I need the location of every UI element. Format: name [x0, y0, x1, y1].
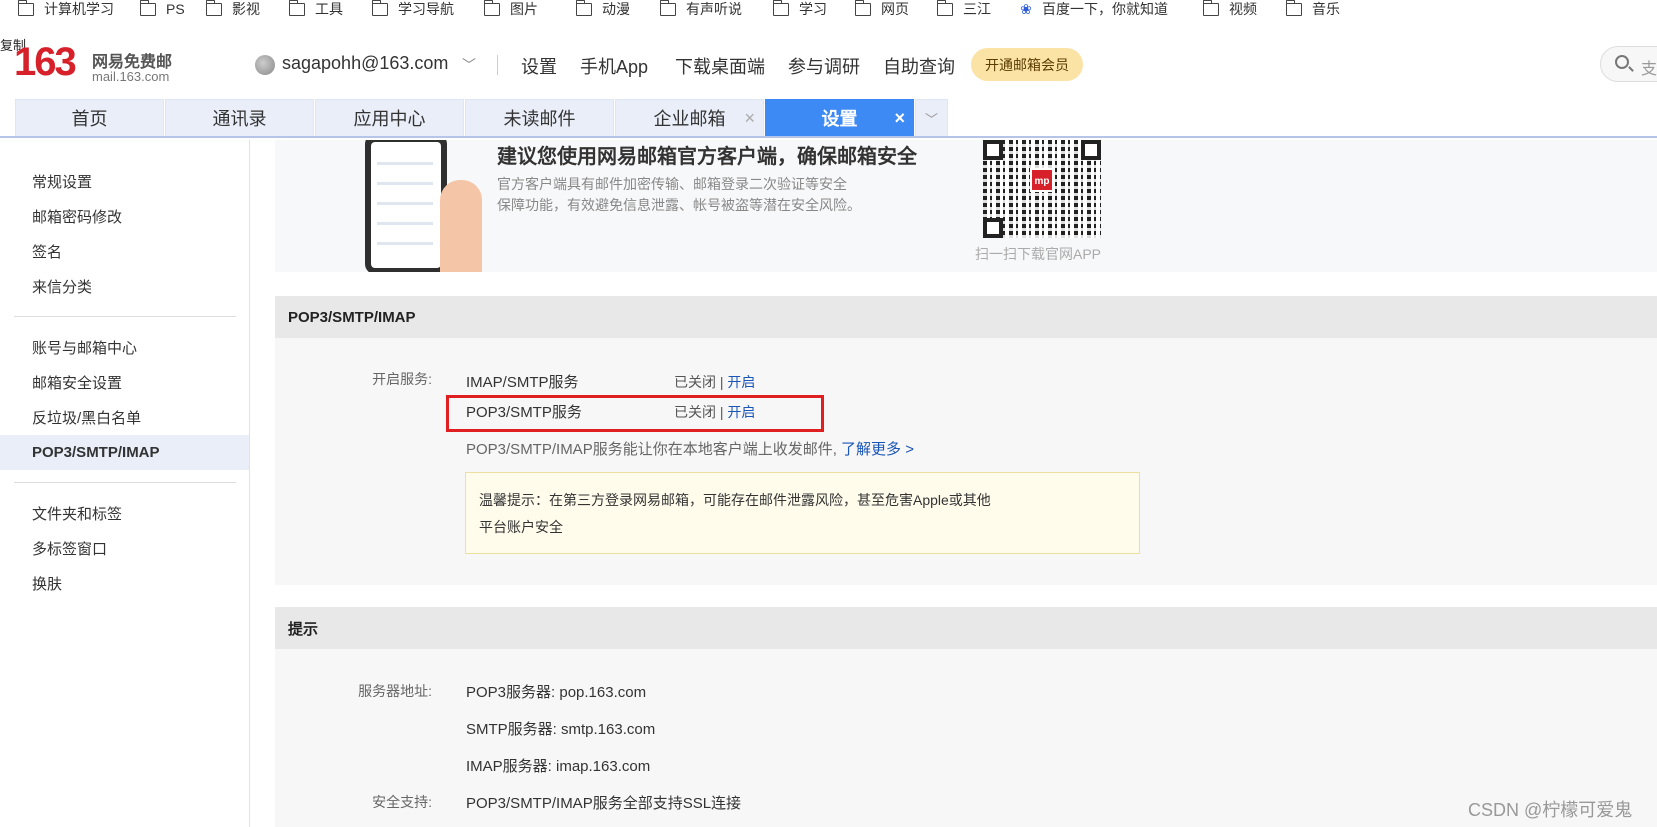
- watermark: CSDN @柠檬可爱鬼: [1468, 800, 1633, 820]
- security-text: POP3/SMTP/IMAP服务全部支持SSL连接: [466, 795, 742, 812]
- folder-icon: [1202, 0, 1219, 16]
- section-header-pop3: POP3/SMTP/IMAP: [275, 296, 1657, 338]
- service-label: 开启服务:: [372, 371, 432, 387]
- settings-sidebar: 常规设置 邮箱密码修改 签名 来信分类 账号与邮箱中心 邮箱安全设置 反垃圾/黑…: [0, 140, 250, 827]
- bookmarks-bar: 计算机学习 PS 影视 工具 学习导航 图片 动漫 有声听说 学习 网页 三江 …: [0, 0, 1657, 22]
- phone-illustration: [365, 140, 447, 272]
- download-desktop-link[interactable]: 下载桌面端: [675, 53, 765, 79]
- folder-icon: [659, 0, 676, 16]
- search-input[interactable]: 支: [1600, 46, 1657, 82]
- qr-caption: 扫一扫下载官网APP: [975, 246, 1102, 262]
- bookmark[interactable]: 图片: [483, 0, 538, 18]
- folder-icon: [575, 0, 592, 16]
- folder-icon: [17, 0, 34, 16]
- mobile-app-link[interactable]: 手机App: [580, 53, 648, 79]
- banner-description: 官方客户端具有邮件加密传输、邮箱登录二次验证等安全: [497, 176, 847, 192]
- tab-contacts[interactable]: 通讯录: [165, 99, 314, 136]
- warning-text: 平台账户安全: [479, 519, 563, 535]
- sidebar-item-folders[interactable]: 文件夹和标签: [0, 496, 249, 531]
- bookmark[interactable]: 学习导航: [371, 0, 454, 18]
- sidebar-item-mail-rules[interactable]: 来信分类: [0, 269, 249, 304]
- sidebar-item-multi-tab[interactable]: 多标签窗口: [0, 531, 249, 566]
- enable-imap-link[interactable]: 开启: [727, 374, 755, 390]
- bookmark[interactable]: 工具: [288, 0, 343, 18]
- folder-icon: [1285, 0, 1302, 16]
- sidebar-item-antispam[interactable]: 反垃圾/黑白名单: [0, 400, 249, 435]
- settings-link[interactable]: 设置: [521, 53, 557, 79]
- smtp-server: SMTP服务器: smtp.163.com: [466, 721, 656, 738]
- bookmark[interactable]: 影视: [205, 0, 260, 18]
- self-service-link[interactable]: 自助查询: [883, 53, 955, 79]
- banner-title: 建议您使用网易邮箱官方客户端，确保邮箱安全: [497, 146, 917, 168]
- imap-service-status: 已关闭 | 开启: [674, 374, 756, 390]
- tab-enterprise-mail[interactable]: 企业邮箱 ×: [615, 99, 764, 136]
- folder-icon: [854, 0, 871, 16]
- section-header-tips: 提示: [275, 607, 1657, 649]
- logo-number[interactable]: 163: [14, 42, 77, 82]
- sidebar-item-pop3[interactable]: POP3/SMTP/IMAP: [0, 435, 249, 470]
- bookmark[interactable]: 有声听说: [659, 0, 742, 18]
- imap-service-name: IMAP/SMTP服务: [466, 374, 579, 391]
- close-icon[interactable]: ×: [744, 108, 755, 129]
- tab-app-center[interactable]: 应用中心: [315, 99, 464, 136]
- divider: [14, 316, 236, 317]
- sidebar-item-skin[interactable]: 换肤: [0, 566, 249, 601]
- divider: [14, 482, 236, 483]
- folder-icon: [936, 0, 953, 16]
- hand-illustration: [440, 180, 482, 272]
- close-icon[interactable]: ×: [894, 108, 905, 129]
- mail-logo-icon: mp: [1030, 168, 1054, 192]
- security-label: 安全支持:: [372, 794, 432, 810]
- folder-icon: [288, 0, 305, 16]
- vip-button[interactable]: 开通邮箱会员: [971, 48, 1083, 81]
- divider: [497, 55, 498, 75]
- sidebar-item-signature[interactable]: 签名: [0, 234, 249, 269]
- chevron-down-icon[interactable]: ﹀: [915, 99, 948, 136]
- bookmark[interactable]: 网页: [854, 0, 909, 18]
- folder-icon: [772, 0, 789, 16]
- service-note: POP3/SMTP/IMAP服务能让你在本地客户端上收发邮件, 了解更多 >: [466, 441, 914, 458]
- survey-link[interactable]: 参与调研: [788, 53, 860, 79]
- sidebar-item-password[interactable]: 邮箱密码修改: [0, 199, 249, 234]
- warning-box: 温馨提示：在第三方登录网易邮箱，可能存在邮件泄露风险，甚至危害Apple或其他 …: [465, 472, 1140, 554]
- highlight-box: [446, 395, 824, 432]
- tab-home[interactable]: 首页: [15, 99, 164, 136]
- bookmark[interactable]: 音乐: [1285, 0, 1340, 18]
- bookmark[interactable]: 计算机学习: [17, 0, 114, 18]
- tab-settings[interactable]: 设置 ×: [765, 99, 914, 136]
- sidebar-item-account-center[interactable]: 账号与邮箱中心: [0, 330, 249, 365]
- bookmark[interactable]: 动漫: [575, 0, 630, 18]
- baidu-paw-icon: ❀: [1020, 1, 1032, 17]
- search-icon: [1615, 55, 1629, 69]
- chevron-down-icon[interactable]: ﹀: [462, 55, 476, 75]
- tab-bar: 首页 通讯录 应用中心 未读邮件 企业邮箱 × 设置 × ﹀: [0, 99, 1657, 138]
- warning-text: 温馨提示：在第三方登录网易邮箱，可能存在邮件泄露风险，甚至危害Apple或其他: [479, 492, 991, 508]
- folder-icon: [205, 0, 222, 16]
- folder-icon: [371, 0, 388, 16]
- imap-server: IMAP服务器: imap.163.com: [466, 758, 651, 775]
- bookmark[interactable]: PS: [139, 0, 185, 18]
- avatar[interactable]: [255, 55, 275, 75]
- bookmark[interactable]: ❀ 百度一下，你就知道: [1018, 0, 1168, 18]
- logo-domain: mail.163.com: [92, 69, 170, 84]
- bookmark[interactable]: 学习: [772, 0, 827, 18]
- server-label: 服务器地址:: [358, 683, 432, 699]
- client-promo-banner: 建议您使用网易邮箱官方客户端，确保邮箱安全 官方客户端具有邮件加密传输、邮箱登录…: [275, 140, 1657, 272]
- folder-icon: [139, 0, 156, 16]
- sidebar-item-security[interactable]: 邮箱安全设置: [0, 365, 249, 400]
- banner-description: 保障功能，有效避免信息泄露、帐号被盗等潜在安全风险。: [497, 197, 861, 213]
- account-name[interactable]: sagapohh@163.com: [282, 53, 448, 74]
- folder-icon: [483, 0, 500, 16]
- bookmark[interactable]: 三江: [936, 0, 991, 18]
- sidebar-item-general[interactable]: 常规设置: [0, 164, 249, 199]
- search-placeholder: 支: [1641, 61, 1657, 78]
- tab-unread[interactable]: 未读邮件: [465, 99, 614, 136]
- pop3-server: POP3服务器: pop.163.com: [466, 684, 647, 701]
- bookmark[interactable]: 视频: [1202, 0, 1257, 18]
- learn-more-link[interactable]: 了解更多 >: [841, 441, 914, 458]
